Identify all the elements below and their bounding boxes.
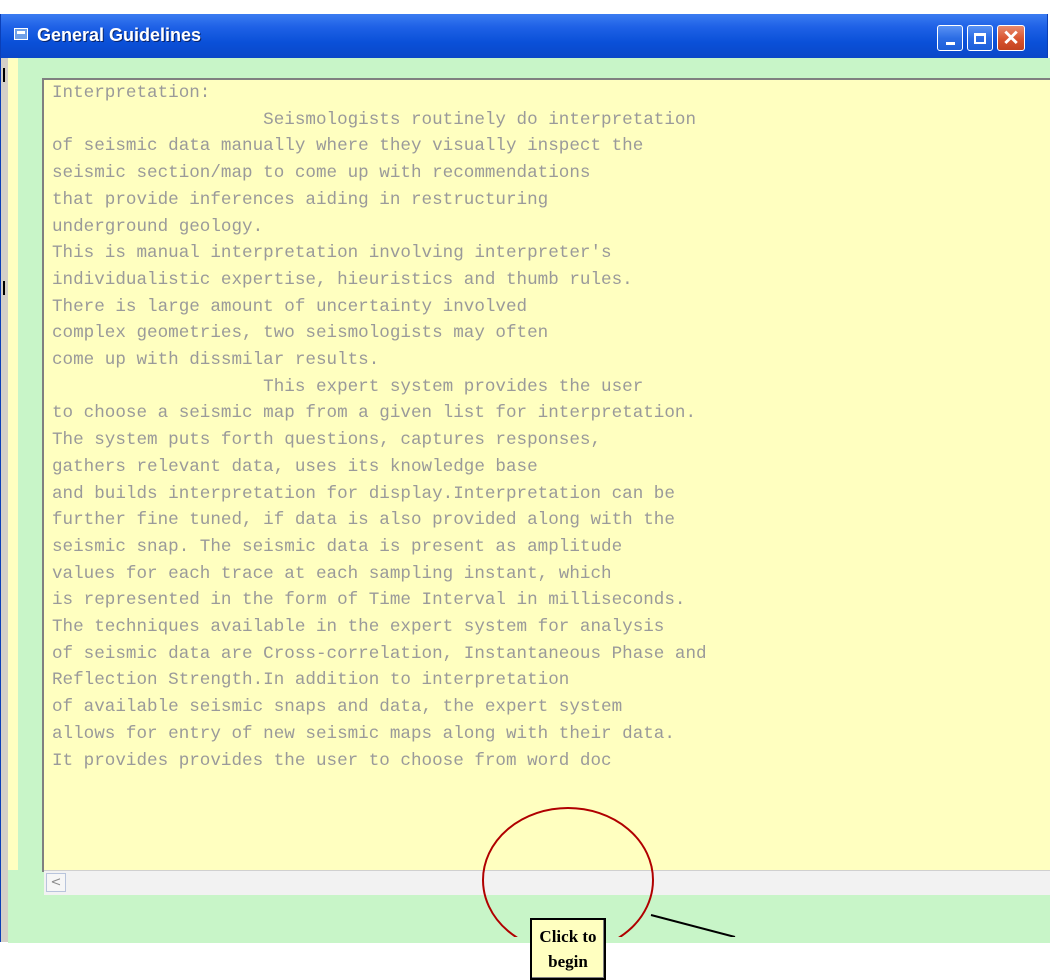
horizontal-scrollbar[interactable]: < <box>44 870 1050 895</box>
window-title: General Guidelines <box>37 25 202 45</box>
guidelines-textbox[interactable]: Interpretation: Seismologists routinely … <box>42 78 1050 872</box>
left-text-strip <box>8 58 18 870</box>
guidelines-window: General Guidelines ✕ Interpretation: Sei… <box>0 14 1050 980</box>
close-icon: ✕ <box>1002 26 1020 50</box>
left-edge-mark <box>3 68 5 82</box>
guidelines-text: Interpretation: Seismologists routinely … <box>52 83 707 771</box>
left-edge-mark <box>3 281 5 295</box>
scroll-left-arrow-icon[interactable]: < <box>46 873 66 892</box>
begin-button-label: Click to begin <box>539 927 597 971</box>
close-button[interactable]: ✕ <box>997 25 1025 51</box>
title-bar[interactable]: General Guidelines ✕ <box>1 14 1047 58</box>
maximize-icon <box>974 32 986 44</box>
minimize-icon <box>945 41 955 45</box>
window-icon[interactable] <box>14 28 28 40</box>
form-client-area: Interpretation: Seismologists routinely … <box>8 58 1050 980</box>
click-to-begin-button[interactable]: Click to begin <box>530 918 606 980</box>
maximize-button[interactable] <box>967 25 993 51</box>
minimize-button[interactable] <box>937 25 963 51</box>
